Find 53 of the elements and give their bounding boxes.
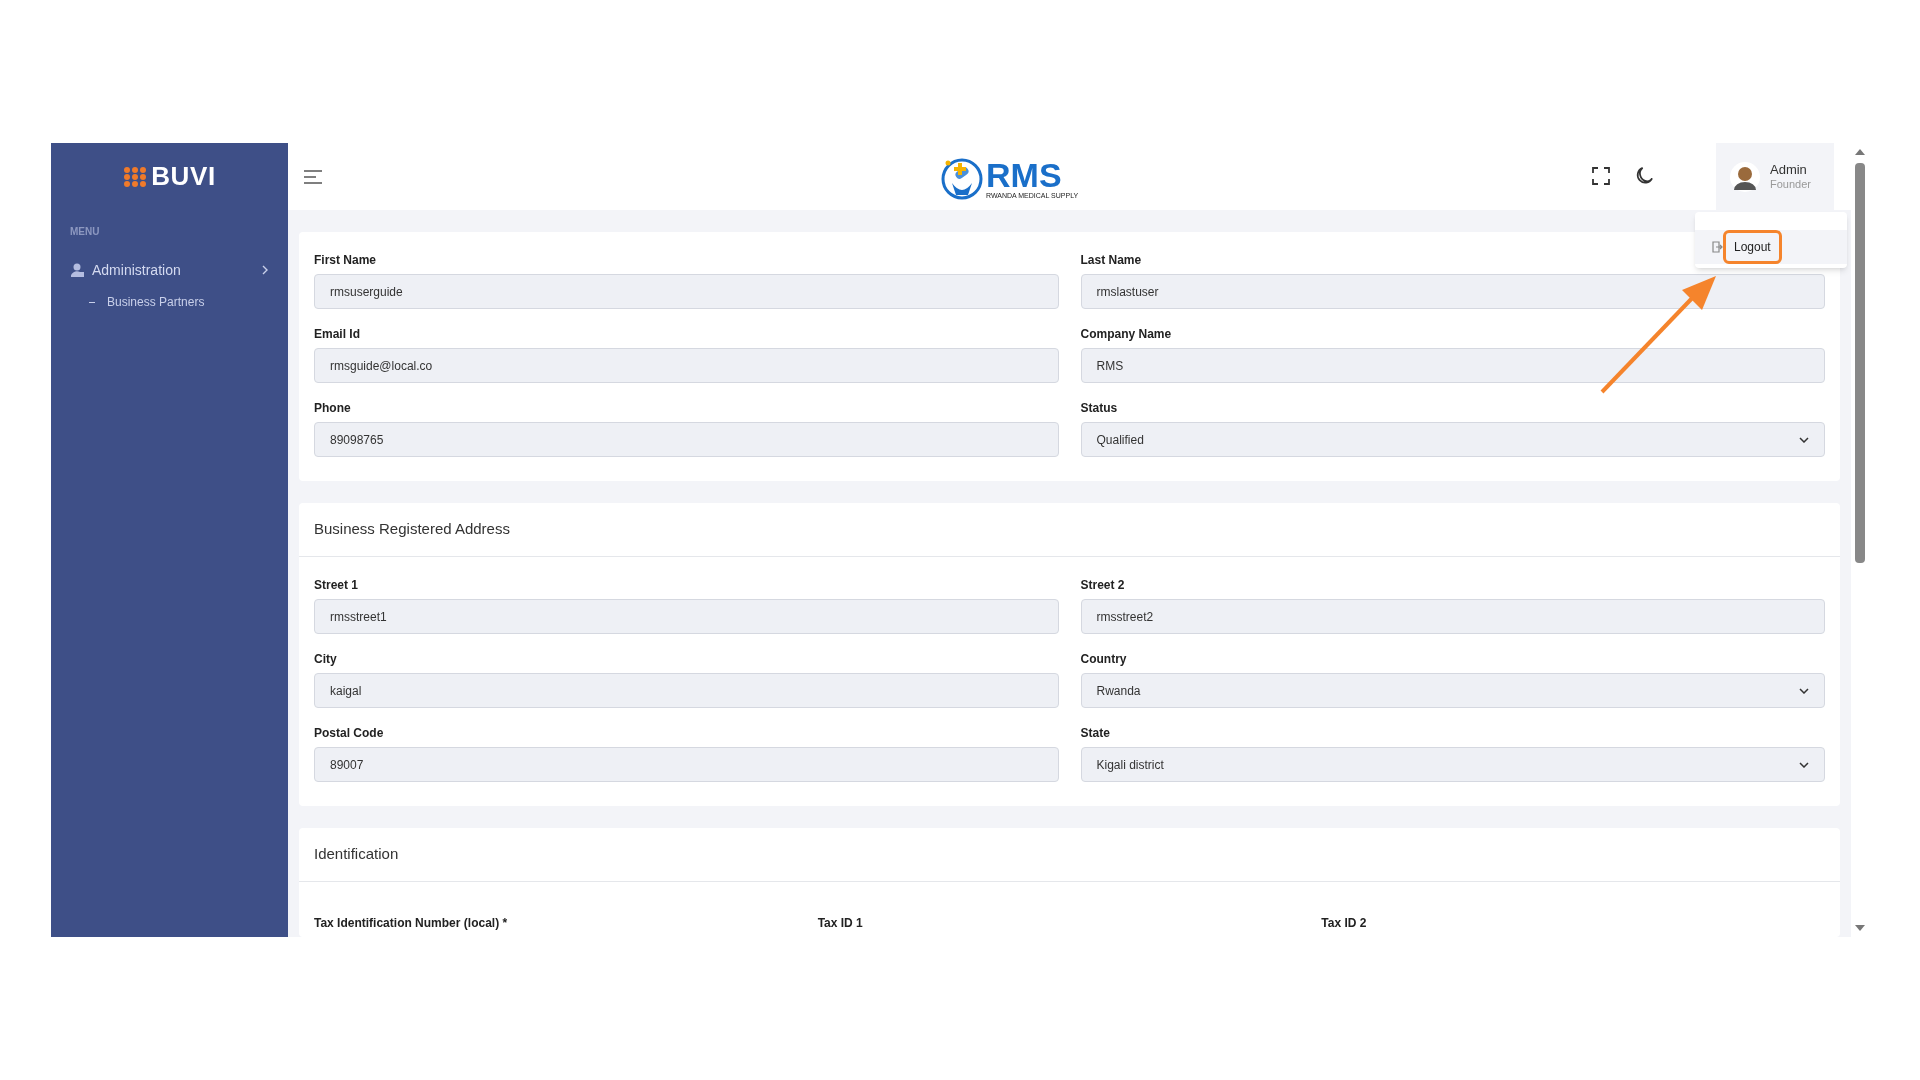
select-field[interactable]: Kigali district	[1080, 747, 1825, 782]
fullscreen-icon[interactable]	[1592, 167, 1610, 185]
user-lock-icon	[71, 263, 84, 277]
field-label: Street 1	[314, 577, 360, 594]
user-profile[interactable]: Admin Founder	[1716, 143, 1834, 210]
user-name: Admin	[1770, 161, 1807, 178]
field-label: Email Id	[314, 326, 361, 343]
field-label: Tax ID 1	[817, 916, 863, 930]
nav-item[interactable]: Administration	[51, 255, 288, 285]
field-label: Postal Code	[314, 725, 385, 742]
input-field[interactable]: 89098765	[314, 422, 1059, 457]
dropdown-chevron-icon	[1799, 761, 1809, 768]
field-label: Country	[1080, 651, 1128, 668]
scroll-down-arrow-icon[interactable]	[1854, 925, 1865, 931]
input-field[interactable]: kaigal	[314, 673, 1059, 708]
input-field[interactable]: rmsstreet1	[314, 599, 1059, 634]
field-label: Tax ID 2	[1321, 916, 1367, 930]
dropdown-chevron-icon	[1799, 687, 1809, 694]
avatar-silhouette-icon	[1730, 161, 1760, 192]
select-field[interactable]: Rwanda	[1080, 673, 1825, 708]
input-field[interactable]: rmslastuser	[1080, 274, 1825, 309]
input-field[interactable]: rmsstreet2	[1080, 599, 1825, 634]
dropdown-chevron-icon	[1799, 436, 1809, 443]
field-label: Street 2	[1080, 577, 1126, 594]
field-label: Status	[1080, 400, 1119, 417]
nav-subitem[interactable]: Business Partners	[51, 285, 288, 319]
field-label: Tax Identification Number (local) *	[314, 916, 508, 930]
input-field[interactable]: 89007	[314, 747, 1059, 782]
chevron-icon	[262, 265, 268, 275]
select-field[interactable]: Qualified	[1080, 422, 1825, 457]
logout-icon	[1712, 241, 1723, 253]
field-label: Phone	[314, 400, 352, 417]
menu-toggle-icon[interactable]	[303, 169, 323, 184]
input-field[interactable]: RMS	[1080, 348, 1825, 383]
field-label: City	[314, 651, 338, 668]
field-label: Last Name	[1080, 252, 1143, 269]
logout-menu-item[interactable]: Logout	[1723, 230, 1782, 264]
section-title: Business Registered Address	[299, 503, 1840, 557]
section-title: Identification	[299, 828, 1840, 882]
scrollbar-thumb[interactable]	[1854, 163, 1865, 563]
input-field[interactable]: rmsuserguide	[314, 274, 1059, 309]
field-label: First Name	[314, 252, 378, 269]
logo-dots-icon	[123, 165, 148, 188]
field-label: Company Name	[1080, 326, 1173, 343]
user-role: Founder	[1770, 177, 1811, 192]
menu-heading: MENU	[69, 225, 101, 239]
hands-capsule-icon	[940, 157, 984, 201]
field-label: State	[1080, 725, 1111, 742]
dark-mode-moon-icon[interactable]	[1635, 166, 1654, 185]
scroll-up-arrow-icon[interactable]	[1854, 149, 1865, 155]
input-field[interactable]: rmsguide@local.co	[314, 348, 1059, 383]
logo-text: BUVI	[151, 160, 216, 193]
brand-name: RMS	[986, 158, 1062, 192]
